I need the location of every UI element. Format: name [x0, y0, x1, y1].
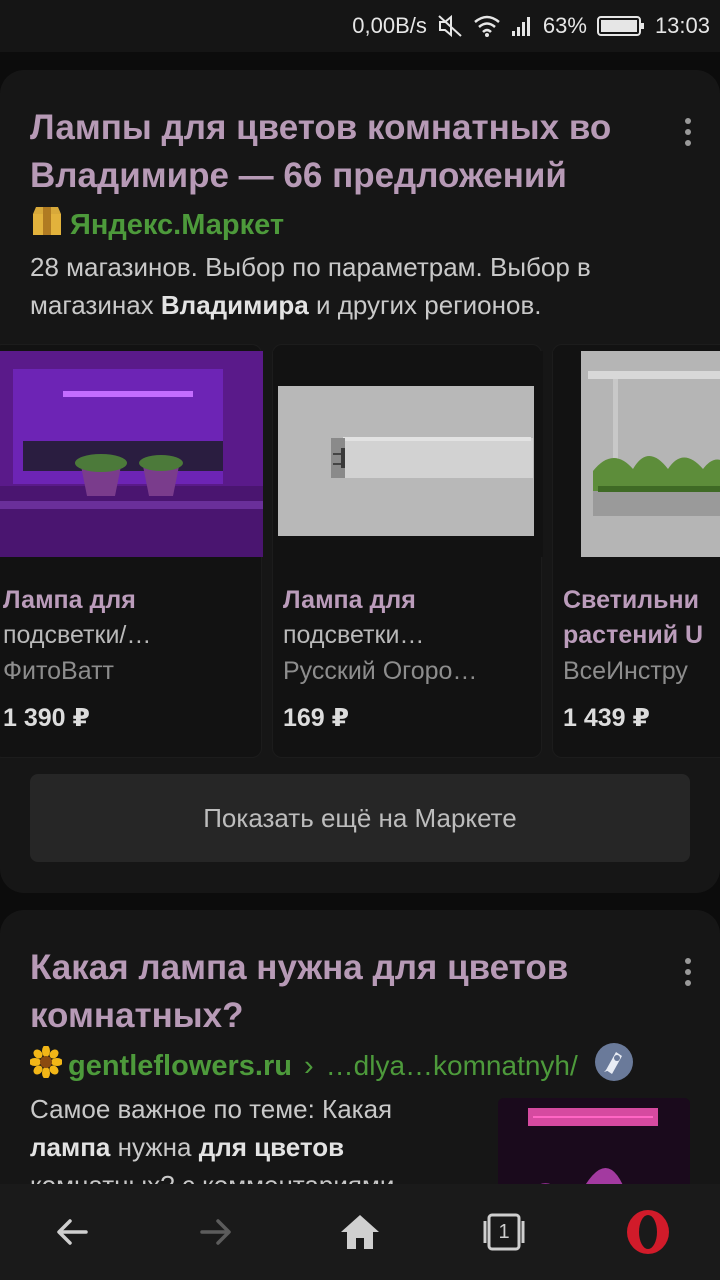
product-shop: ФитоВатт — [3, 657, 114, 685]
product-title: Светильни — [563, 586, 699, 614]
source-line[interactable]: Яндекс.Маркет — [30, 204, 284, 246]
opera-logo-icon — [627, 1210, 669, 1254]
source-name: gentleflowers.ru — [68, 1049, 292, 1082]
opera-menu-button[interactable] — [608, 1192, 688, 1272]
product-shop: Русский Огоро… — [283, 657, 478, 685]
product-title: Лампа для — [3, 586, 136, 614]
product-price: 1 439 ₽ — [563, 704, 650, 732]
market-result-card: Лампы для цветов комнатных во Владимире … — [0, 70, 720, 893]
show-more-market-button[interactable]: Показать ещё на Маркете — [30, 774, 690, 862]
home-button[interactable] — [320, 1192, 400, 1272]
battery-icon — [596, 14, 645, 38]
turbo-icon[interactable] — [594, 1042, 634, 1090]
product-price: 169 ₽ — [283, 704, 350, 732]
product-subtitle: подсветки… — [283, 621, 425, 649]
status-bar: 0,00B/s 63% 13:03 — [0, 0, 720, 52]
arrow-left-icon — [57, 1219, 88, 1245]
more-options-button[interactable] — [682, 118, 694, 146]
product-card[interactable]: Светильни растений U ВсеИнстру 1 439 ₽ — [552, 344, 720, 758]
breadcrumb-separator: › — [304, 1049, 314, 1082]
net-speed: 0,00B/s — [352, 13, 427, 38]
product-image — [553, 351, 720, 557]
wifi-icon — [473, 14, 501, 38]
product-card[interactable]: Лампа для подсветки… Русский Огоро… 169 … — [272, 344, 543, 758]
mute-icon — [437, 14, 463, 38]
tabs-button[interactable]: 1 — [464, 1192, 544, 1272]
result-title[interactable]: Какая лампа нужна для цветов комнатных? — [30, 944, 670, 1040]
source-line[interactable]: gentleflowers.ru › …dlya…komnatnyh/ — [29, 1042, 634, 1090]
bottom-navigation: 1 — [0, 1184, 720, 1280]
clock: 13:03 — [654, 13, 710, 38]
back-button[interactable] — [32, 1192, 112, 1272]
product-image — [273, 351, 543, 557]
product-shop: ВсеИнстру — [563, 657, 688, 685]
product-title: Лампа для — [283, 586, 416, 614]
product-subtitle: подсветки/… — [3, 621, 152, 649]
forward-button[interactable] — [176, 1192, 256, 1272]
arrow-right-icon — [200, 1219, 231, 1245]
result-snippet: 28 магазинов. Выбор по параметрам. Выбор… — [30, 252, 591, 320]
product-subtitle: растений U — [563, 621, 704, 649]
product-image — [0, 351, 263, 557]
flower-favicon-icon — [29, 1045, 63, 1086]
tab-count: 1 — [498, 1220, 510, 1243]
source-name: Яндекс.Маркет — [70, 208, 285, 241]
home-icon — [341, 1215, 379, 1249]
battery-percent: 63% — [542, 13, 587, 38]
more-options-button[interactable] — [682, 958, 694, 986]
product-card[interactable]: Лампа для подсветки/… ФитоВатт 1 390 ₽ — [0, 344, 263, 758]
result-title[interactable]: Лампы для цветов комнатных во Владимире … — [30, 104, 670, 200]
product-price: 1 390 ₽ — [3, 704, 90, 732]
source-path: …dlya…komnatnyh/ — [325, 1050, 578, 1081]
product-carousel[interactable]: Лампа для подсветки/… ФитоВатт 1 390 ₽ Л — [0, 344, 720, 758]
signal-icon — [511, 15, 533, 37]
market-logo-icon — [30, 204, 64, 246]
